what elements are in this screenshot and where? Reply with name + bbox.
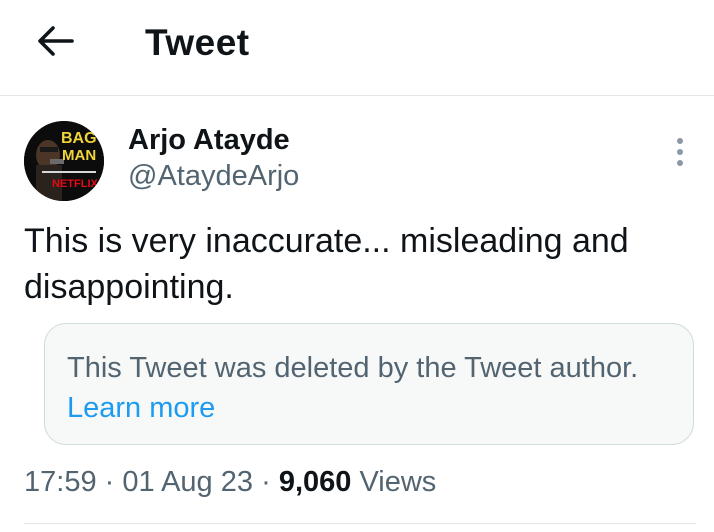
divider bbox=[24, 523, 696, 524]
author-handle[interactable]: @AtaydeArjo bbox=[128, 158, 299, 194]
back-button[interactable] bbox=[30, 20, 82, 62]
tweet-text: This is very inaccurate... misleading an… bbox=[24, 222, 629, 306]
deleted-tweet-message: This Tweet was deleted by the Tweet auth… bbox=[67, 352, 639, 384]
author-name[interactable]: Arjo Atayde bbox=[128, 122, 290, 158]
avatar-poster-title-2: MAN bbox=[62, 147, 96, 164]
meta-separator: · bbox=[261, 466, 271, 498]
tweet-date: 01 Aug 23 bbox=[122, 466, 254, 498]
avatar[interactable]: BAG MAN NETFLIX bbox=[24, 121, 104, 201]
tweet-time: 17:59 bbox=[24, 466, 97, 498]
tweet-detail-screen: Tweet BAG MAN NETFLIX Arjo Atayde @Atayd… bbox=[0, 0, 714, 532]
tweet-meta: 17:59 · 01 Aug 23 · 9,060 Views bbox=[24, 462, 436, 502]
deleted-quote-card: This Tweet was deleted by the Tweet auth… bbox=[44, 323, 694, 445]
deleted-tweet-notice: This Tweet was deleted by the Tweet auth… bbox=[67, 348, 667, 428]
avatar-image: BAG MAN NETFLIX bbox=[24, 121, 104, 201]
learn-more-link[interactable]: Learn more bbox=[67, 392, 215, 424]
avatar-poster-title-1: BAG bbox=[61, 130, 97, 147]
top-bar: Tweet bbox=[0, 0, 714, 96]
views-count[interactable]: 9,060 bbox=[279, 466, 352, 498]
more-options-button[interactable] bbox=[664, 132, 696, 172]
avatar-poster-brand: NETFLIX bbox=[52, 178, 98, 190]
views-label[interactable]: Views bbox=[359, 466, 436, 498]
arrow-left-icon bbox=[38, 26, 74, 56]
page-title: Tweet bbox=[145, 22, 250, 63]
meta-separator: · bbox=[104, 466, 115, 498]
more-vertical-icon bbox=[677, 138, 683, 166]
